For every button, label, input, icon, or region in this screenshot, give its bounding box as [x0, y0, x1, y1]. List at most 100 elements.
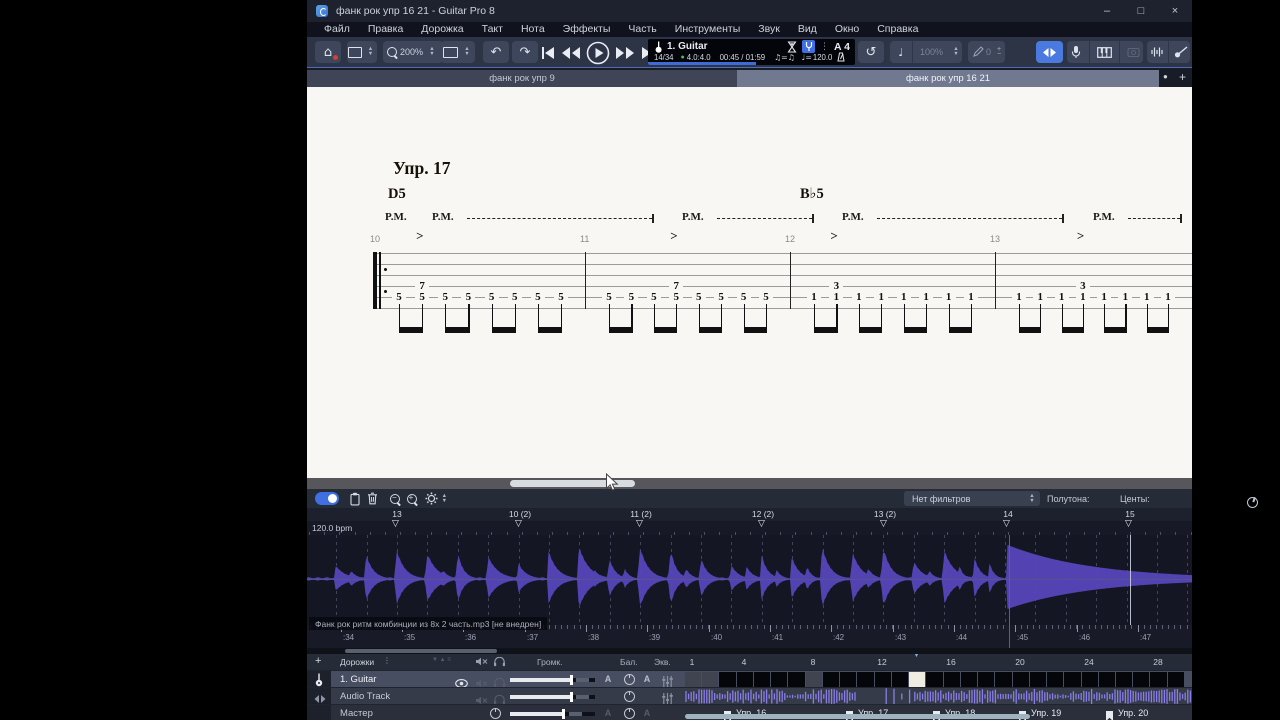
wave-scrollbar-thumb[interactable]: [345, 649, 497, 653]
tab-note[interactable]: 5: [461, 290, 476, 303]
balance-knob[interactable]: [624, 690, 635, 702]
balance-knob[interactable]: [624, 707, 635, 719]
speed-stepper[interactable]: ▲ ▼: [950, 46, 962, 57]
tab-note[interactable]: 1: [1097, 290, 1112, 303]
tab-1[interactable]: фанк рок упр 9: [307, 69, 737, 88]
measure-cell[interactable]: [1133, 672, 1150, 687]
measure-number-header[interactable]: 24: [1081, 657, 1097, 667]
new-tab-button[interactable]: +: [1179, 70, 1186, 84]
menu-Такт[interactable]: Такт: [473, 22, 512, 37]
master-gain-knob[interactable]: [490, 707, 501, 719]
swing-indicator[interactable]: ♫=♫: [774, 53, 795, 62]
tuning-note[interactable]: A 4: [834, 41, 850, 53]
solo-all-icon[interactable]: [493, 656, 506, 667]
menu-Справка[interactable]: Справка: [868, 22, 927, 37]
measure-number-header[interactable]: 16: [943, 657, 959, 667]
measure-cell[interactable]: [702, 672, 719, 687]
tab-note[interactable]: 1: [1075, 290, 1090, 303]
measure-number-header[interactable]: 12: [874, 657, 890, 667]
amp-icon[interactable]: [1127, 47, 1140, 58]
measure-cell[interactable]: [1167, 672, 1184, 687]
tab-note[interactable]: 1: [1118, 290, 1133, 303]
page-view-button[interactable]: ▲ ▼: [347, 41, 377, 63]
tab-2[interactable]: фанк рок упр 16 21: [737, 69, 1159, 88]
measure-cell[interactable]: [840, 672, 857, 687]
measure-cell[interactable]: [1012, 672, 1029, 687]
page-view-stepper[interactable]: ▲ ▼: [365, 46, 377, 57]
measure-cell[interactable]: [960, 672, 978, 687]
wave-marker-label[interactable]: 15: [1110, 509, 1150, 519]
measure-cell[interactable]: [995, 672, 1012, 687]
menu-Дорожка[interactable]: Дорожка: [412, 22, 472, 37]
measure-cell[interactable]: [719, 672, 736, 687]
tab-note-top[interactable]: 7: [415, 279, 430, 292]
song-marker-label[interactable]: Упр. 19: [1031, 708, 1061, 718]
minimize-button[interactable]: –: [1090, 0, 1124, 22]
loop-button[interactable]: ↺: [858, 41, 884, 63]
wave-marker-triangle[interactable]: ▽: [758, 519, 765, 529]
track-row-1--Guitar[interactable]: 1. Guitar A A: [307, 670, 1192, 688]
measure-cell[interactable]: [1081, 672, 1098, 687]
tab-note-top[interactable]: 3: [829, 279, 844, 292]
close-button[interactable]: ×: [1158, 0, 1192, 22]
volume-automation-badge[interactable]: A: [602, 708, 614, 718]
redo-button[interactable]: ↷: [512, 41, 538, 63]
measure-cell[interactable]: [857, 672, 874, 687]
measure-cell[interactable]: [874, 672, 891, 687]
measure-number-header[interactable]: 1: [684, 657, 700, 667]
marker-ruler[interactable]: 13 10 (2) 11 (2) 12 (2) 13 (2) 14 15: [307, 508, 1192, 522]
tab-note[interactable]: 5: [736, 290, 751, 303]
import-audio-button[interactable]: [349, 491, 361, 507]
wave-marker-triangle[interactable]: ▽: [636, 519, 643, 529]
display-mode-stepper[interactable]: ▲ ▼: [461, 46, 473, 57]
track-name[interactable]: Мастер: [340, 708, 373, 719]
lcd-track-name[interactable]: 1. Guitar: [667, 41, 708, 52]
sync-mode-button[interactable]: [1036, 41, 1063, 63]
measure-cell[interactable]: [926, 672, 943, 687]
wave-marker-label[interactable]: 10 (2): [500, 509, 540, 519]
wave-marker-triangle[interactable]: ▽: [392, 519, 399, 529]
display-mode-button[interactable]: ▲ ▼: [441, 41, 475, 63]
measure-cell[interactable]: [1047, 672, 1064, 687]
delete-audio-button[interactable]: [367, 491, 378, 507]
countdown-icon[interactable]: [787, 40, 797, 53]
wave-marker-label[interactable]: 12 (2): [743, 509, 783, 519]
mixer-scrollbar-thumb[interactable]: [685, 714, 1030, 719]
guitar-tool-icon[interactable]: [1174, 46, 1188, 58]
tab-note[interactable]: 1: [896, 290, 911, 303]
tab-note[interactable]: 1: [851, 290, 866, 303]
mute-all-icon[interactable]: [475, 657, 488, 666]
measure-cell[interactable]: [736, 672, 753, 687]
wave-marker-triangle[interactable]: ▽: [1003, 519, 1010, 529]
tracks-menu-icon[interactable]: ⋮: [383, 656, 391, 665]
tab-note[interactable]: 1: [1161, 290, 1175, 303]
wave-settings-button[interactable]: ▲ ▼: [425, 491, 450, 507]
song-marker-flag-icon[interactable]: [1105, 708, 1114, 720]
menu-Файл[interactable]: Файл: [315, 22, 359, 37]
wave-marker-triangle[interactable]: ▽: [880, 519, 887, 529]
tab-note[interactable]: 5: [507, 290, 522, 303]
tempo-value[interactable]: 120.0: [813, 53, 833, 62]
tab-note[interactable]: 1: [941, 290, 956, 303]
score-scrollbar[interactable]: [307, 478, 1192, 489]
measure-cell[interactable]: [1116, 672, 1133, 687]
wave-settings-stepper[interactable]: ▲ ▼: [438, 493, 450, 504]
wave-marker-label[interactable]: 14: [988, 509, 1028, 519]
measure-number-header[interactable]: 4: [736, 657, 752, 667]
tab-note[interactable]: 5: [669, 290, 684, 303]
tab-note[interactable]: 1: [829, 290, 844, 303]
measure-cell[interactable]: [909, 672, 926, 687]
tab-note[interactable]: 1: [874, 290, 889, 303]
tab-note[interactable]: 5: [392, 290, 406, 303]
tab-note[interactable]: 5: [530, 290, 545, 303]
track-row-Audio-Track[interactable]: Audio Track: [307, 687, 1192, 705]
measure-cell[interactable]: [1098, 672, 1115, 687]
measure-cell[interactable]: [753, 672, 771, 687]
menu-Часть[interactable]: Часть: [619, 22, 665, 37]
fast-forward-button[interactable]: [615, 46, 635, 60]
menu-Звук[interactable]: Звук: [749, 22, 789, 37]
measure-cell[interactable]: [891, 672, 909, 687]
tab-note[interactable]: 5: [438, 290, 453, 303]
measure-cell[interactable]: [943, 672, 960, 687]
balance-knob[interactable]: [624, 673, 635, 685]
